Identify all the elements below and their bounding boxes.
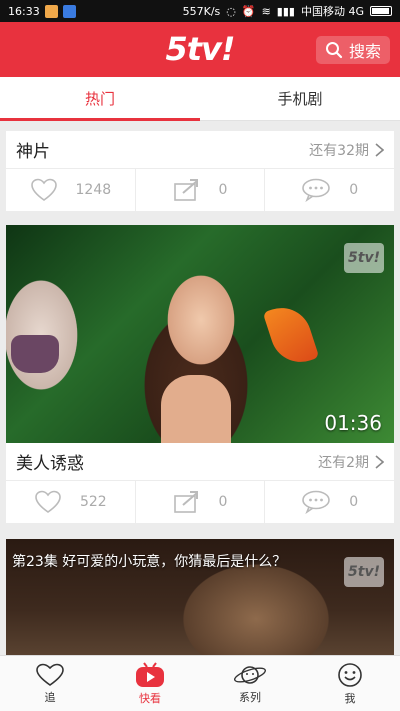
battery-icon xyxy=(370,6,392,16)
nav-me-label: 我 xyxy=(344,691,356,705)
card-title: 神片 xyxy=(16,142,50,162)
comment-button[interactable]: 0 xyxy=(265,169,394,211)
card-actions: 1248 0 0 xyxy=(6,169,394,211)
tab-hot[interactable]: 热门 xyxy=(0,77,200,121)
heart-icon xyxy=(35,490,61,513)
comment-icon xyxy=(302,490,331,514)
notification-app-icon xyxy=(62,4,76,18)
chevron-right-icon xyxy=(375,454,384,469)
chevron-right-icon xyxy=(375,142,384,157)
video-duration: 01:36 xyxy=(324,411,382,435)
thumbnail-person xyxy=(161,375,231,443)
search-icon xyxy=(325,42,343,59)
comment-button[interactable]: 0 xyxy=(265,481,394,523)
card-actions: 522 0 0 xyxy=(6,481,394,523)
nav-series-label: 系列 xyxy=(239,690,261,704)
tab-hot-label: 热门 xyxy=(84,90,115,108)
tab-mobile-drama-label: 手机剧 xyxy=(277,90,323,108)
share-button[interactable]: 0 xyxy=(136,169,266,211)
card-title: 美人诱惑 xyxy=(16,454,84,474)
planet-icon xyxy=(234,665,266,684)
app-screen: 16:33 557K/s ◌ ⏰ ≋ ▮▮▮ 中国移动 4G 5tv! 搜索 热… xyxy=(0,0,400,711)
share-icon xyxy=(173,179,198,201)
share-count: 0 xyxy=(218,182,228,198)
status-bar: 16:33 557K/s ◌ ⏰ ≋ ▮▮▮ 中国移动 4G xyxy=(0,0,400,22)
like-button[interactable]: 522 xyxy=(6,481,136,523)
nav-series[interactable]: 系列 xyxy=(200,656,300,711)
alarm-icon: ⏰ xyxy=(241,4,256,18)
card-title-row[interactable]: 美人诱惑 还有2期 xyxy=(6,443,394,481)
thumbnail-mannequin xyxy=(11,335,59,373)
video-card: 5tv! 01:36 美人诱惑 还有2期 522 0 0 xyxy=(6,225,394,523)
tab-bar: 热门 手机剧 xyxy=(0,77,400,121)
share-count: 0 xyxy=(218,494,228,510)
play-tv-icon xyxy=(136,661,164,687)
comment-count: 0 xyxy=(349,494,359,510)
comment-icon xyxy=(302,178,331,202)
more-episodes-link[interactable]: 还有32期 xyxy=(309,140,384,160)
signal-icon: ▮▮▮ xyxy=(276,4,295,18)
card-title-row[interactable]: 神片 还有32期 xyxy=(6,131,394,169)
share-icon xyxy=(173,491,198,513)
tab-mobile-drama[interactable]: 手机剧 xyxy=(200,77,400,120)
like-button[interactable]: 1248 xyxy=(6,169,136,211)
video-thumbnail[interactable]: 第23集 好可爱的小玩意，你猜最后是什么？ 5tv! xyxy=(6,539,394,657)
wifi-icon: ≋ xyxy=(261,4,271,18)
channel-watermark: 5tv! xyxy=(344,243,384,273)
channel-watermark: 5tv! xyxy=(344,557,384,587)
thumbnail-flower xyxy=(262,300,320,370)
episode-title: 第23集 好可爱的小玩意，你猜最后是什么？ xyxy=(12,554,287,570)
search-label: 搜索 xyxy=(348,42,381,61)
video-card: 神片 还有32期 1248 0 0 xyxy=(6,131,394,211)
app-header: 5tv! 搜索 xyxy=(0,22,400,77)
nav-follow-label: 追 xyxy=(44,690,56,704)
carrier-label: 中国移动 4G xyxy=(300,5,364,18)
smiley-icon xyxy=(338,662,362,687)
heart-icon xyxy=(30,178,57,201)
nav-follow[interactable]: 追 xyxy=(0,656,100,711)
more-episodes-label: 还有32期 xyxy=(309,142,369,159)
nav-me[interactable]: 我 xyxy=(300,656,400,711)
nav-quick-watch[interactable]: 快看 xyxy=(100,656,200,711)
bottom-nav: 追 快看 系列 我 xyxy=(0,655,400,711)
like-count: 1248 xyxy=(75,182,112,198)
more-episodes-label: 还有2期 xyxy=(318,454,369,471)
nav-quick-watch-label: 快看 xyxy=(139,691,161,705)
network-speed: 557K/s xyxy=(182,4,221,18)
video-card: 第23集 好可爱的小玩意，你猜最后是什么？ 5tv! xyxy=(6,539,394,657)
comment-count: 0 xyxy=(349,182,359,198)
sync-icon: ◌ xyxy=(226,4,236,18)
share-button[interactable]: 0 xyxy=(136,481,266,523)
video-thumbnail[interactable]: 5tv! 01:36 xyxy=(6,225,394,443)
status-time: 16:33 xyxy=(8,4,40,18)
heart-icon xyxy=(36,663,64,686)
search-button[interactable]: 搜索 xyxy=(316,36,390,64)
notification-app-icon xyxy=(44,4,58,18)
more-episodes-link[interactable]: 还有2期 xyxy=(318,452,384,472)
like-count: 522 xyxy=(79,494,107,510)
